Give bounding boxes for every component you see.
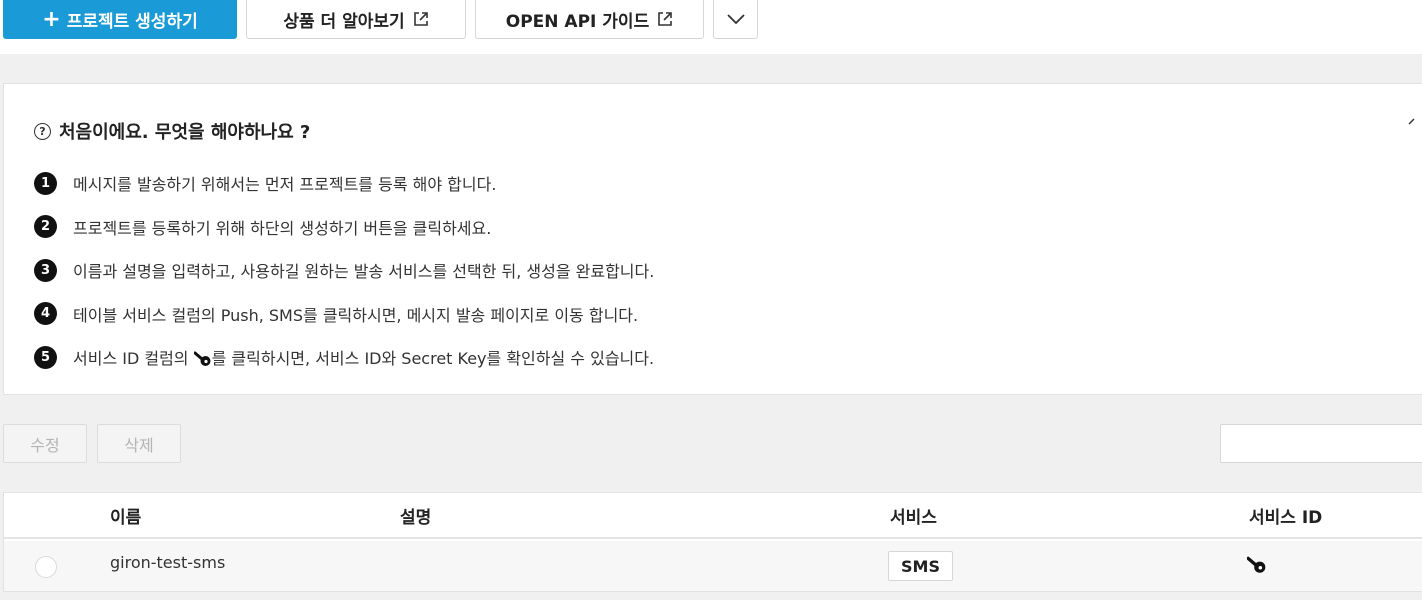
step-text: 이름과 설명을 입력하고, 사용하길 원하는 발송 서비스를 선택한 뒤, 생성… <box>73 262 655 281</box>
question-icon: ? <box>34 122 51 140</box>
more-options-button[interactable] <box>713 0 758 39</box>
step-number: 3 <box>34 258 57 282</box>
step-item: 2 프로젝트를 등록하기 위해 하단의 생성하기 버튼을 클릭하세요. <box>34 214 654 240</box>
steps-list: 1 메시지를 발송하기 위해서는 먼저 프로젝트를 등록 해야 합니다. 2 프… <box>34 170 654 388</box>
step-number: 1 <box>34 171 57 195</box>
step-text-before: 서비스 ID 컬럼의 <box>73 349 189 368</box>
column-header-service[interactable]: 서비스 <box>890 503 937 528</box>
step-text: 메시지를 발송하기 위해서는 먼저 프로젝트를 등록 해야 합니다. <box>73 175 497 194</box>
step-text: 테이블 서비스 컬럼의 Push, SMS를 클릭하시면, 메시지 발송 페이지… <box>73 305 639 325</box>
top-toolbar: + 프로젝트 생성하기 상품 더 알아보기 OPEN API 가이드 <box>0 0 1422 54</box>
key-icon[interactable] <box>1246 556 1267 574</box>
chevron-down-icon <box>726 14 745 24</box>
open-api-guide-button[interactable]: OPEN API 가이드 <box>475 0 704 39</box>
external-link-icon <box>657 11 673 27</box>
delete-button[interactable]: 삭제 <box>97 424 181 463</box>
create-project-button[interactable]: + 프로젝트 생성하기 <box>3 0 237 39</box>
step-item: 5 서비스 ID 컬럼의 를 클릭하시면, 서비스 ID와 Secret Key… <box>34 344 654 370</box>
learn-product-label: 상품 더 알아보기 <box>283 11 405 32</box>
edit-button[interactable]: 수정 <box>3 424 87 463</box>
table-row[interactable]: giron-test-sms SMS <box>4 541 1422 591</box>
table-header: 이름 설명 서비스 서비스 ID <box>4 493 1422 539</box>
step-text: 서비스 ID 컬럼의 를 클릭하시면, 서비스 ID와 Secret Key를 … <box>73 345 654 369</box>
step-number: 5 <box>34 345 57 369</box>
step-number: 2 <box>34 215 57 238</box>
key-icon <box>193 351 212 367</box>
search-input[interactable] <box>1220 424 1422 463</box>
step-item: 3 이름과 설명을 입력하고, 사용하길 원하는 발송 서비스를 선택한 뒤, … <box>34 257 654 283</box>
column-header-service-id[interactable]: 서비스 ID <box>1249 503 1322 528</box>
getting-started-panel: ? 처음이에요. 무엇을 해야하나요 ? 1 메시지를 발송하기 위해서는 먼저… <box>3 83 1422 395</box>
service-sms-button[interactable]: SMS <box>888 551 953 581</box>
project-name: giron-test-sms <box>110 553 226 572</box>
step-item: 4 테이블 서비스 컬럼의 Push, SMS를 클릭하시면, 메시지 발송 페… <box>34 301 654 327</box>
open-api-guide-label: OPEN API 가이드 <box>505 11 650 32</box>
panel-title-text: 처음이에요. 무엇을 해야하나요 ? <box>59 122 311 143</box>
project-table: 이름 설명 서비스 서비스 ID giron-test-sms SMS <box>3 492 1422 592</box>
step-number: 4 <box>34 302 57 325</box>
step-item: 1 메시지를 발송하기 위해서는 먼저 프로젝트를 등록 해야 합니다. <box>34 170 654 196</box>
step-text: 프로젝트를 등록하기 위해 하단의 생성하기 버튼을 클릭하세요. <box>73 218 492 238</box>
create-project-label: 프로젝트 생성하기 <box>66 12 198 32</box>
external-link-icon <box>413 11 429 27</box>
column-header-description[interactable]: 설명 <box>400 503 431 528</box>
collapse-icon[interactable] <box>1408 112 1418 125</box>
learn-product-button[interactable]: 상품 더 알아보기 <box>246 0 466 39</box>
column-header-name[interactable]: 이름 <box>110 503 141 528</box>
panel-title: ? 처음이에요. 무엇을 해야하나요 ? <box>34 118 310 144</box>
step-text-after: 를 클릭하시면, 서비스 ID와 Secret Key를 확인하실 수 있습니다… <box>211 349 655 368</box>
row-select-radio[interactable] <box>35 556 57 578</box>
plus-icon: + <box>42 6 61 32</box>
